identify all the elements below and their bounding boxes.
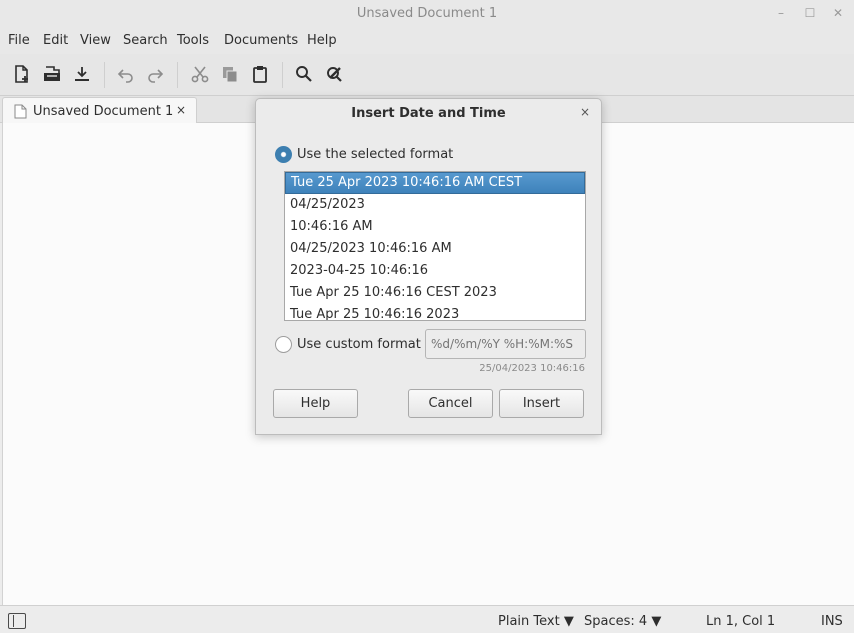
- document-icon: [14, 104, 27, 123]
- sidebar-toggle-icon[interactable]: [8, 613, 26, 629]
- spaces-selector[interactable]: Spaces: 4 ▼: [584, 614, 661, 629]
- redo-icon[interactable]: [143, 63, 167, 85]
- tab-label: Unsaved Document 1: [33, 104, 174, 119]
- toolbar-separator: [282, 62, 283, 88]
- paste-icon[interactable]: [248, 63, 272, 85]
- insert-button[interactable]: Insert: [499, 389, 584, 418]
- list-item[interactable]: Tue 25 Apr 2023 10:46:16 AM CEST: [285, 172, 585, 194]
- list-item[interactable]: Tue Apr 25 10:46:16 2023: [285, 304, 585, 320]
- radio-custom-format[interactable]: [275, 336, 292, 353]
- chevron-down-icon: ▼: [563, 614, 574, 629]
- tools-icon[interactable]: [322, 63, 346, 85]
- tab-close-icon[interactable]: ×: [176, 103, 186, 117]
- menu-bar: File Edit View Search Tools Documents He…: [0, 28, 854, 54]
- window-title: Unsaved Document 1: [356, 6, 498, 21]
- insert-date-time-dialog: Insert Date and Time × Use the selected …: [255, 98, 602, 435]
- language-selector[interactable]: Plain Text ▼: [498, 614, 574, 629]
- undo-icon[interactable]: [114, 63, 138, 85]
- menu-file[interactable]: File: [8, 33, 30, 48]
- dialog-close-icon[interactable]: ×: [580, 105, 590, 119]
- new-document-icon[interactable]: [10, 63, 34, 85]
- spaces-label: Spaces: 4: [584, 614, 648, 629]
- toolbar-separator: [104, 62, 105, 88]
- list-item[interactable]: 04/25/2023: [285, 194, 585, 216]
- menu-view[interactable]: View: [80, 33, 111, 48]
- menu-search[interactable]: Search: [123, 33, 168, 48]
- custom-format-input[interactable]: [425, 329, 586, 359]
- list-item[interactable]: 10:46:16 AM: [285, 216, 585, 238]
- menu-tools[interactable]: Tools: [177, 33, 209, 48]
- cancel-button[interactable]: Cancel: [408, 389, 493, 418]
- search-icon[interactable]: [292, 63, 316, 85]
- menu-documents[interactable]: Documents: [224, 33, 298, 48]
- help-button[interactable]: Help: [273, 389, 358, 418]
- status-bar: Plain Text ▼ Spaces: 4 ▼ Ln 1, Col 1 INS: [0, 605, 854, 633]
- open-icon[interactable]: [40, 63, 64, 85]
- menu-edit[interactable]: Edit: [43, 33, 68, 48]
- cursor-position: Ln 1, Col 1: [706, 614, 776, 629]
- toolbar-separator: [177, 62, 178, 88]
- maximize-button[interactable]: ☐: [800, 4, 820, 22]
- format-list[interactable]: Tue 25 Apr 2023 10:46:16 AM CEST 04/25/20…: [284, 171, 586, 321]
- cut-icon[interactable]: [188, 63, 212, 85]
- custom-format-label: Use custom format: [297, 337, 421, 352]
- toolbar: [0, 54, 854, 96]
- format-preview: 25/04/2023 10:46:16: [479, 363, 585, 374]
- tab-unsaved-document[interactable]: Unsaved Document 1 ×: [2, 97, 197, 124]
- title-bar: Unsaved Document 1 – ☐ ✕: [0, 0, 854, 28]
- language-label: Plain Text: [498, 614, 560, 629]
- save-icon[interactable]: [70, 63, 94, 85]
- list-item[interactable]: 2023-04-25 10:46:16: [285, 260, 585, 282]
- minimize-button[interactable]: –: [771, 4, 791, 22]
- close-window-button[interactable]: ✕: [828, 4, 848, 22]
- list-item[interactable]: Tue Apr 25 10:46:16 CEST 2023: [285, 282, 585, 304]
- chevron-down-icon: ▼: [651, 614, 662, 629]
- insert-mode: INS: [821, 614, 843, 629]
- radio-selected-format[interactable]: [275, 146, 292, 163]
- selected-format-label: Use the selected format: [297, 147, 454, 162]
- copy-icon[interactable]: [218, 63, 242, 85]
- dialog-title: Insert Date and Time: [351, 106, 506, 121]
- list-item[interactable]: 04/25/2023 10:46:16 AM: [285, 238, 585, 260]
- menu-help[interactable]: Help: [307, 33, 337, 48]
